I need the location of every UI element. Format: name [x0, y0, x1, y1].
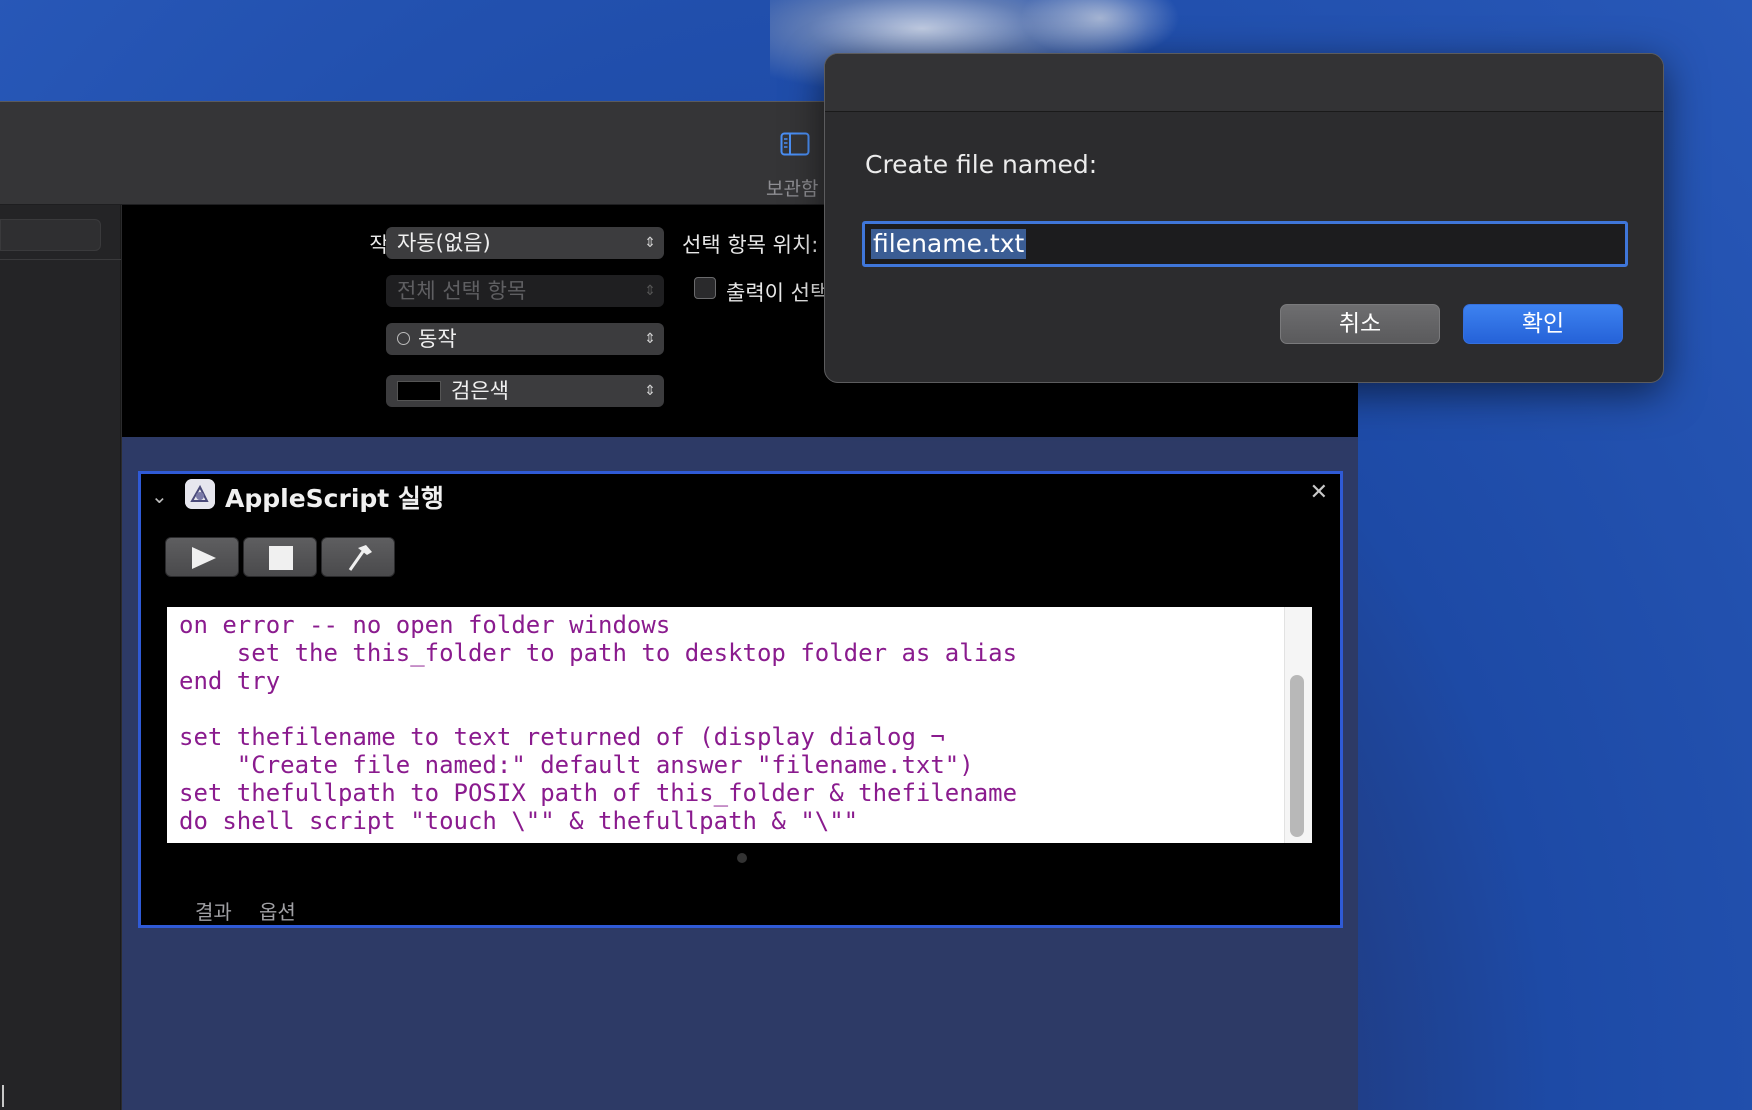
popup-arrows-icon: ⇕: [644, 235, 656, 251]
dialog-prompt: Create file named:: [865, 150, 1098, 179]
compile-button[interactable]: [321, 537, 395, 577]
workflow-receives-value: 자동(없음): [397, 231, 491, 255]
popup-arrows-icon: ⇕: [644, 383, 656, 399]
action-title: AppleScript 실행: [225, 484, 444, 513]
workflow-receives-popup[interactable]: 자동(없음) ⇕: [386, 227, 664, 259]
scroll-thumb[interactable]: [1290, 675, 1304, 837]
collapse-chevron-icon[interactable]: ⌄: [151, 484, 168, 508]
dialog-titlebar: [825, 54, 1663, 112]
applescript-icon: [185, 479, 215, 509]
stop-button[interactable]: [243, 537, 317, 577]
action-gear-icon: [397, 332, 410, 345]
applescript-action-card[interactable]: ⌄ AppleScript 실행 ✕ on error -- no open f…: [138, 471, 1343, 928]
editor-scrollbar[interactable]: [1284, 607, 1312, 843]
tab-options[interactable]: 옵션: [259, 896, 296, 925]
tab-results[interactable]: 결과: [195, 896, 232, 925]
editor-top-edge: [167, 607, 1312, 613]
color-swatch: [397, 380, 441, 401]
play-icon: [192, 547, 216, 569]
stop-icon: [269, 546, 293, 570]
cancel-button[interactable]: 취소: [1280, 304, 1440, 344]
text-cursor: [2, 1085, 4, 1107]
output-checkbox[interactable]: [694, 277, 716, 299]
library-label[interactable]: 보관함: [766, 174, 818, 201]
script-editor[interactable]: on error -- no open folder windows set t…: [167, 607, 1312, 843]
image-popup[interactable]: 동작 ⇕: [386, 323, 664, 355]
ok-button[interactable]: 확인: [1463, 304, 1623, 344]
popup-arrows-icon: ⇕: [644, 283, 656, 299]
popup-arrows-icon: ⇕: [644, 331, 656, 347]
script-text[interactable]: on error -- no open folder windows set t…: [179, 611, 1017, 835]
input-value: 전체 선택 항목: [397, 279, 527, 303]
sidebar-icon[interactable]: [780, 132, 810, 156]
library-sidebar: [0, 205, 121, 1110]
create-file-dialog: Create file named: filename.txt 취소 확인: [824, 53, 1664, 383]
output-checkbox-label: 출력이 선택: [726, 281, 830, 305]
color-value: 검은색: [451, 379, 509, 403]
hammer-icon: [348, 545, 372, 571]
sidebar-search-field[interactable]: [0, 219, 101, 251]
color-popup[interactable]: 검은색 ⇕: [386, 375, 664, 407]
sidebar-divider: [0, 259, 121, 260]
filename-input[interactable]: filename.txt: [862, 221, 1628, 267]
image-value: 동작: [418, 327, 457, 351]
run-button[interactable]: [165, 537, 239, 577]
close-icon[interactable]: ✕: [1310, 480, 1328, 505]
desktop-cloud-small: [1020, 0, 1180, 60]
filename-value[interactable]: filename.txt: [871, 229, 1027, 259]
resize-handle[interactable]: [737, 853, 747, 863]
input-popup: 전체 선택 항목 ⇕: [386, 275, 664, 307]
location-label: 선택 항목 위치:: [682, 233, 819, 257]
